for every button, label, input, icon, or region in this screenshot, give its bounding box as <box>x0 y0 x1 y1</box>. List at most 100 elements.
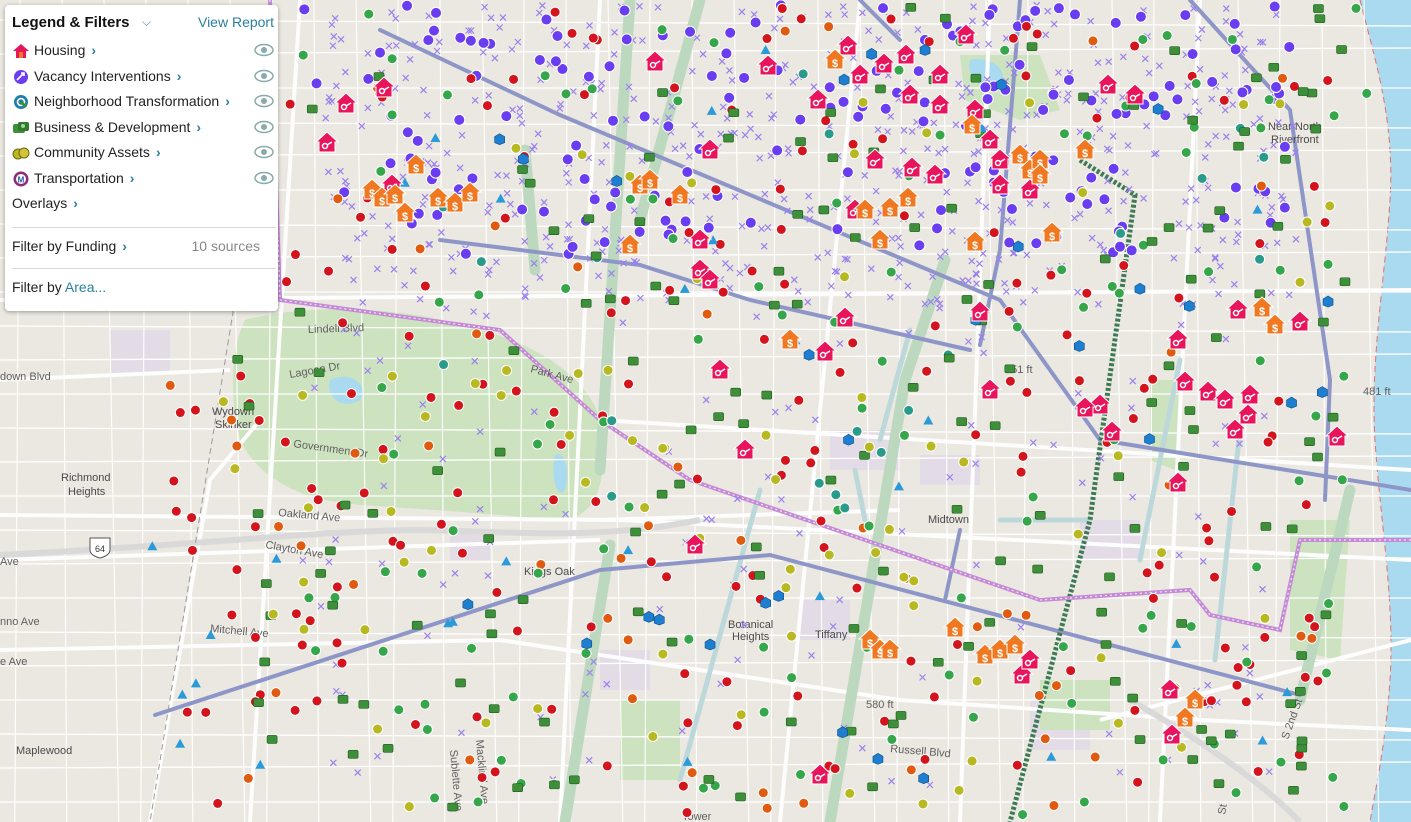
business-marker[interactable] <box>580 299 592 308</box>
orange-marker[interactable] <box>1295 630 1307 642</box>
business-marker[interactable] <box>888 719 899 729</box>
red-marker[interactable] <box>898 210 910 222</box>
green-marker[interactable] <box>898 429 910 441</box>
green-marker[interactable] <box>1058 128 1070 140</box>
business-marker[interactable] <box>313 368 325 378</box>
business-marker[interactable] <box>1320 610 1332 620</box>
red-marker[interactable] <box>489 766 501 778</box>
business-marker[interactable] <box>713 412 724 421</box>
filter-funding[interactable]: Filter by Funding › 10 sources <box>12 238 274 254</box>
business-marker[interactable] <box>1254 289 1266 299</box>
green-marker[interactable] <box>1017 809 1029 821</box>
community-marker[interactable] <box>760 429 772 441</box>
business-marker[interactable] <box>1296 743 1308 753</box>
community-marker[interactable] <box>1259 612 1271 624</box>
red-marker[interactable] <box>226 609 238 621</box>
business-marker[interactable] <box>657 88 668 97</box>
business-marker[interactable] <box>232 354 244 364</box>
green-marker[interactable] <box>624 193 636 205</box>
vacancy-marker[interactable] <box>430 6 443 19</box>
vacancy-marker[interactable] <box>1228 17 1241 30</box>
vacancy-marker[interactable] <box>588 193 601 206</box>
business-marker[interactable] <box>455 678 466 688</box>
community-marker[interactable] <box>480 717 492 729</box>
vacancy-marker[interactable] <box>453 113 466 126</box>
green-marker[interactable] <box>1310 410 1322 422</box>
red-marker[interactable] <box>623 378 635 390</box>
teal-marker[interactable] <box>839 502 851 514</box>
legend-item-transformation[interactable]: Neighborhood Transformation › <box>12 91 274 113</box>
community-marker[interactable] <box>1301 216 1313 228</box>
community-marker[interactable] <box>298 576 310 588</box>
business-marker[interactable] <box>825 475 837 485</box>
community-marker[interactable] <box>657 648 669 660</box>
red-marker[interactable] <box>1300 499 1312 511</box>
business-marker[interactable] <box>1211 333 1222 342</box>
red-marker[interactable] <box>1061 329 1073 341</box>
community-marker[interactable] <box>626 435 638 447</box>
red-marker[interactable] <box>1065 665 1077 677</box>
community-marker[interactable] <box>298 623 310 635</box>
vacancy-marker[interactable] <box>533 53 546 66</box>
red-marker[interactable] <box>1017 450 1029 462</box>
red-marker[interactable] <box>419 280 431 292</box>
vacancy-marker[interactable] <box>549 55 562 68</box>
business-marker[interactable] <box>1213 779 1225 788</box>
green-marker[interactable] <box>1263 94 1275 106</box>
business-marker[interactable] <box>818 205 830 215</box>
green-marker[interactable] <box>1336 474 1348 486</box>
red-marker[interactable] <box>186 512 198 524</box>
vacancy-marker[interactable] <box>1278 140 1291 153</box>
green-marker[interactable] <box>433 296 445 308</box>
business-marker[interactable] <box>867 782 878 792</box>
vacancy-marker[interactable] <box>702 221 715 234</box>
business-marker[interactable] <box>539 717 550 727</box>
business-marker[interactable] <box>961 295 973 304</box>
red-marker[interactable] <box>669 82 681 94</box>
business-marker[interactable] <box>769 300 780 310</box>
orange-marker[interactable] <box>1020 609 1032 621</box>
red-marker[interactable] <box>851 582 863 594</box>
vacancy-marker[interactable] <box>931 222 944 235</box>
green-marker[interactable] <box>377 645 389 657</box>
green-marker[interactable] <box>1251 561 1263 573</box>
vacancy-marker[interactable] <box>633 225 646 238</box>
red-marker[interactable] <box>253 414 265 426</box>
green-marker[interactable] <box>363 8 375 20</box>
orange-marker[interactable] <box>701 308 713 320</box>
green-marker[interactable] <box>1293 475 1305 487</box>
vacancy-marker[interactable] <box>459 247 472 260</box>
community-marker[interactable] <box>469 378 481 390</box>
red-marker[interactable] <box>587 32 599 44</box>
red-marker[interactable] <box>181 706 193 718</box>
business-marker[interactable] <box>1196 725 1207 734</box>
orange-marker[interactable] <box>622 634 634 646</box>
vacancy-marker[interactable] <box>362 72 375 85</box>
vacancy-marker[interactable] <box>681 166 694 179</box>
orange-marker[interactable] <box>1087 35 1099 47</box>
business-marker[interactable] <box>963 642 974 651</box>
red-marker[interactable] <box>290 608 302 620</box>
green-marker[interactable] <box>886 733 898 745</box>
business-marker[interactable] <box>548 226 560 236</box>
community-marker[interactable] <box>917 798 929 810</box>
business-marker[interactable] <box>1224 729 1236 739</box>
green-marker[interactable] <box>776 309 788 321</box>
red-marker[interactable] <box>988 227 1000 239</box>
business-marker[interactable] <box>411 620 423 630</box>
green-marker[interactable] <box>598 543 610 555</box>
green-marker[interactable] <box>1275 756 1287 768</box>
business-marker[interactable] <box>1184 406 1196 415</box>
community-marker[interactable] <box>844 787 856 799</box>
red-marker[interactable] <box>664 284 676 296</box>
community-marker[interactable] <box>1112 450 1124 462</box>
vacancy-marker[interactable] <box>918 96 931 109</box>
business-marker[interactable] <box>791 299 803 309</box>
community-marker[interactable] <box>532 703 544 715</box>
vacancy-marker[interactable] <box>744 216 757 229</box>
community-marker[interactable] <box>958 456 970 468</box>
business-marker[interactable] <box>1032 564 1043 574</box>
red-marker[interactable] <box>186 544 198 556</box>
business-marker[interactable] <box>668 296 680 305</box>
business-marker[interactable] <box>848 624 860 633</box>
